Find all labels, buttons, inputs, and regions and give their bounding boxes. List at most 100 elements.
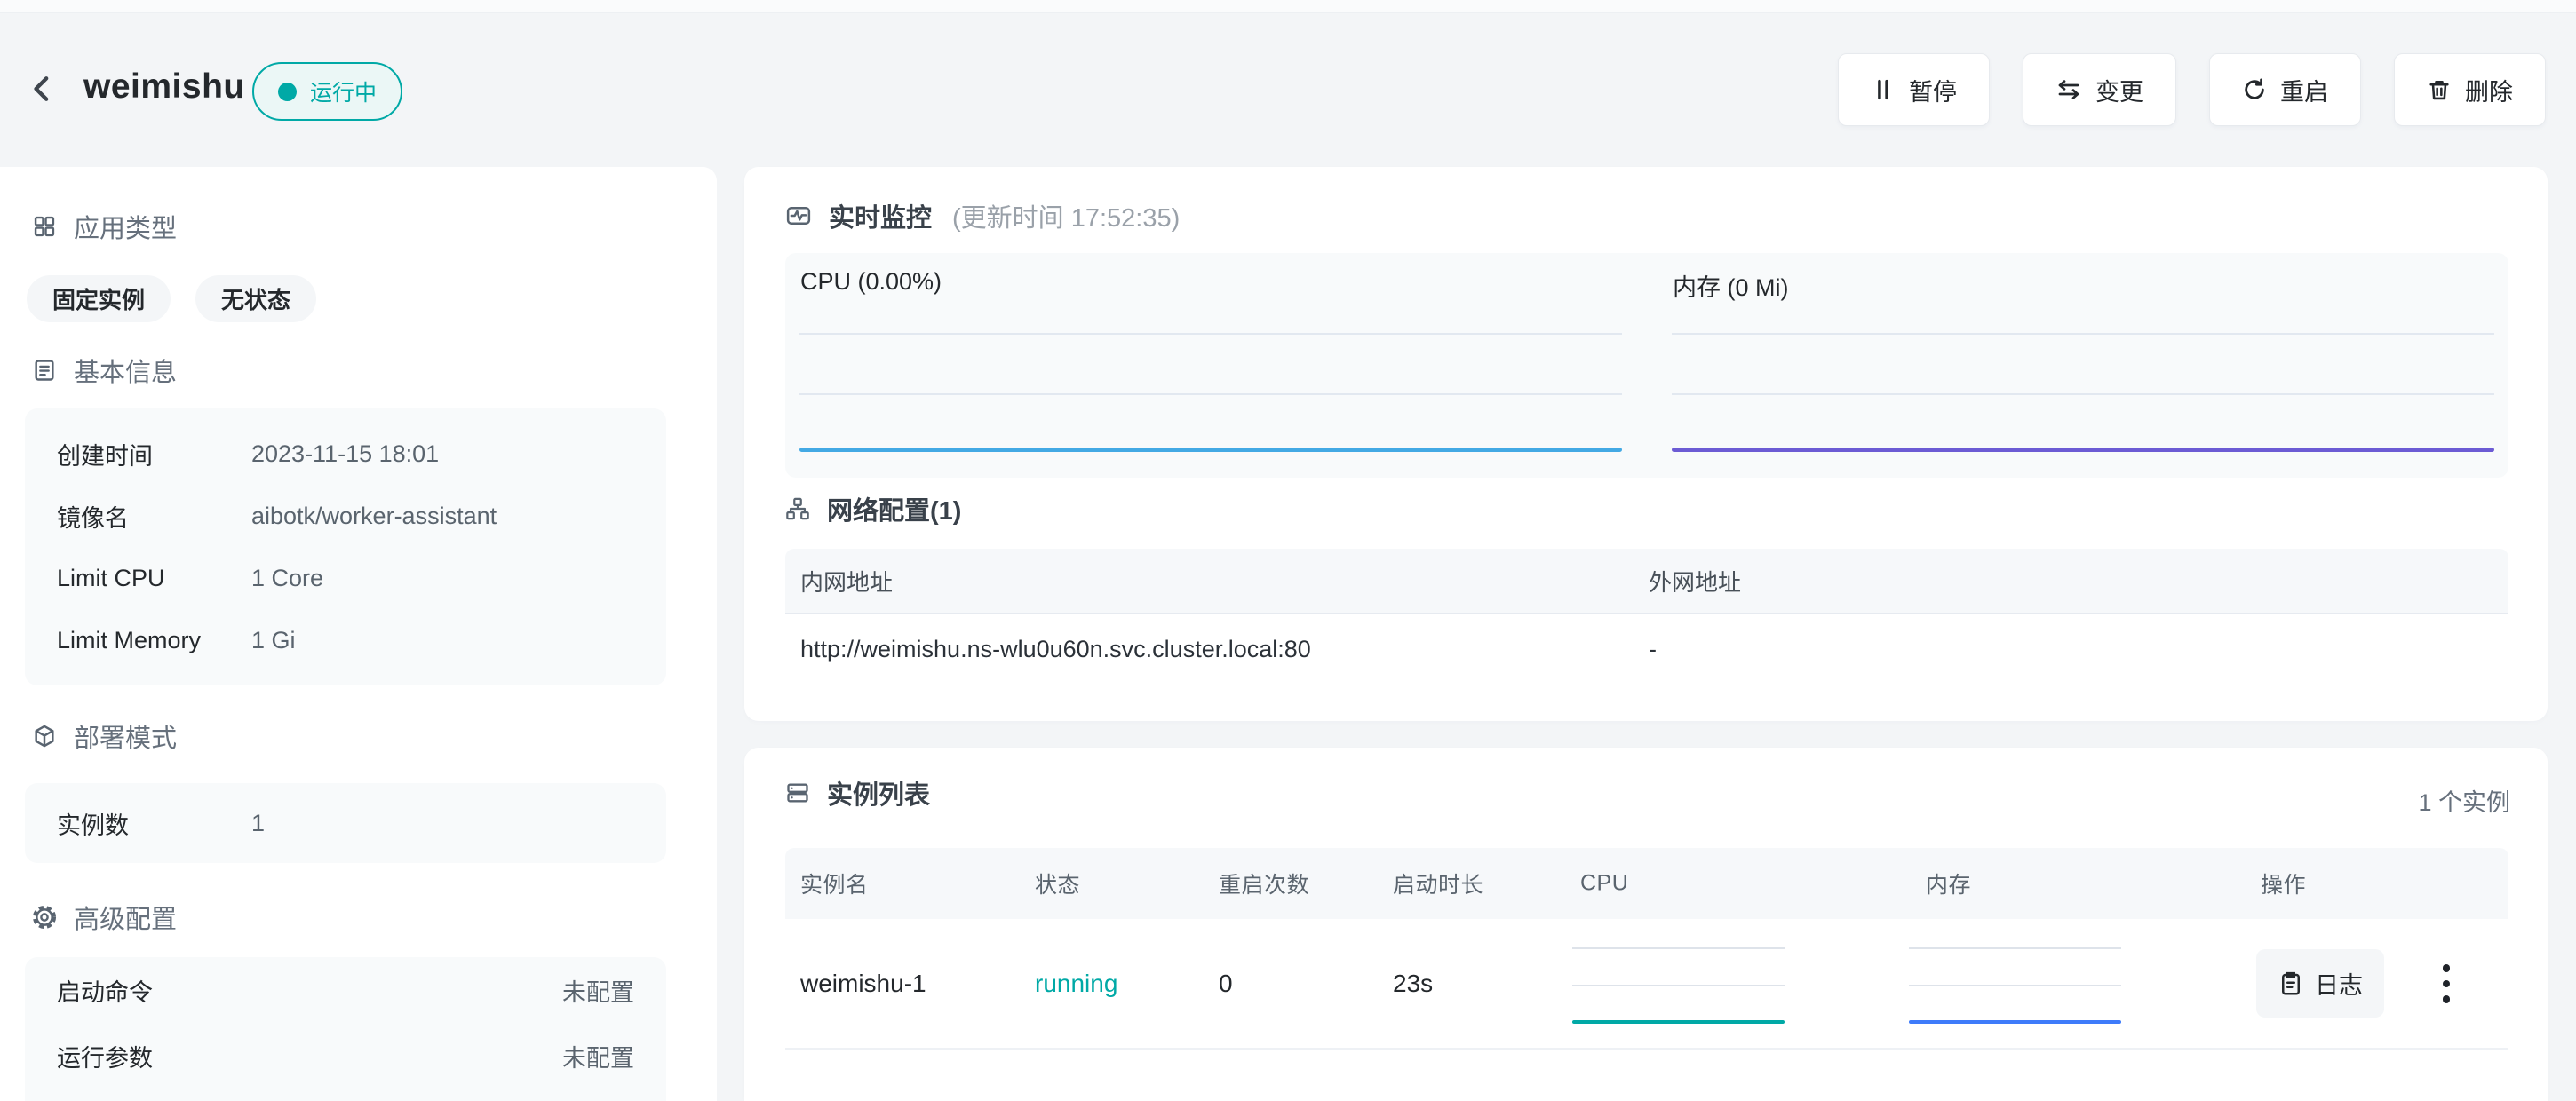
memory-line: [1672, 448, 2494, 452]
instance-table-row: weimishu-1 running 0 23s 日志: [785, 919, 2508, 1050]
info-row: 创建时间 2023-11-15 18:01: [25, 423, 666, 485]
instance-name: weimishu-1: [800, 970, 926, 998]
column-uptime: 启动时长: [1393, 867, 1483, 899]
gridline: [1572, 985, 1785, 986]
info-row: 启动命令 未配置: [25, 957, 666, 1023]
gridline: [1909, 947, 2121, 949]
column-restarts: 重启次数: [1219, 867, 1309, 899]
restart-button[interactable]: 重启: [2209, 53, 2361, 126]
advanced-config-card: 启动命令 未配置 运行参数 未配置: [25, 957, 666, 1101]
column-cpu: CPU: [1580, 871, 1628, 897]
info-label: 实例数: [57, 806, 251, 841]
instance-count: 1 个实例: [2418, 783, 2510, 818]
memory-sparkline: [1909, 1020, 2121, 1024]
info-row: 镜像名 aibotk/worker-assistant: [25, 485, 666, 547]
instance-restarts: 0: [1219, 970, 1233, 998]
info-value: 2023-11-15 18:01: [251, 440, 439, 468]
info-value: 1 Gi: [251, 627, 296, 654]
instance-cpu-sparkline: [1572, 919, 1785, 1048]
section-title: 实时监控: [829, 197, 932, 234]
instance-list-card: 实例列表 1 个实例 实例名 状态 重启次数 启动时长 CPU 内存 操作 we…: [744, 748, 2548, 1101]
back-button[interactable]: [18, 64, 68, 114]
log-button[interactable]: 日志: [2256, 949, 2384, 1018]
page-title: weimishu: [83, 60, 245, 114]
change-button[interactable]: 变更: [2023, 53, 2176, 126]
section-advanced-config: 高级配置: [32, 899, 177, 936]
info-row: 实例数 1: [25, 792, 666, 854]
column-operations: 操作: [2261, 867, 2306, 899]
status-dot-icon: [278, 83, 297, 101]
column-memory: 内存: [1926, 867, 1971, 899]
document-icon: [32, 358, 57, 383]
gridline: [1672, 333, 2494, 335]
info-row: Limit Memory 1 Gi: [25, 609, 666, 671]
column-external-address: 外网地址: [1649, 565, 2508, 598]
section-title: 实例列表: [827, 774, 930, 812]
section-title: 网络配置(1): [827, 490, 961, 527]
info-label: 创建时间: [57, 437, 251, 471]
back-chevron-icon: [25, 71, 60, 107]
server-stack-icon: [785, 780, 810, 805]
section-app-type: 应用类型: [32, 208, 177, 245]
external-address-value: -: [1649, 636, 2508, 663]
app-info-sidebar: 应用类型 固定实例 无状态 基本信息 创建时间 2023-11-15 18:01…: [0, 167, 717, 1101]
trash-icon: [2427, 77, 2452, 102]
section-basic-info: 基本信息: [32, 352, 177, 389]
instance-status: running: [1035, 970, 1117, 998]
section-network-config: 网络配置(1): [785, 490, 961, 527]
pause-button[interactable]: 暂停: [1838, 53, 1990, 126]
row-more-menu-button[interactable]: [2429, 953, 2464, 1015]
gridline: [799, 333, 1622, 335]
monitoring-network-card: 实时监控 (更新时间 17:52:35) CPU (0.00%) 内存 (0 M…: [744, 167, 2548, 721]
instance-uptime: 23s: [1393, 970, 1433, 998]
monitoring-updated-at: (更新时间 17:52:35): [952, 197, 1180, 234]
network-table-row: http://weimishu.ns-wlu0u60n.svc.cluster.…: [785, 614, 2508, 685]
info-label: Limit CPU: [57, 565, 251, 592]
memory-chart: 内存 (0 Mi): [1658, 253, 2508, 478]
restart-icon: [2242, 77, 2267, 102]
delete-button[interactable]: 删除: [2394, 53, 2546, 126]
info-value: aibotk/worker-assistant: [251, 503, 497, 530]
info-value: 1: [251, 810, 265, 837]
section-title: 部署模式: [74, 717, 177, 755]
instance-table-header: 实例名 状态 重启次数 启动时长 CPU 内存 操作: [785, 848, 2508, 919]
section-realtime-monitoring: 实时监控 (更新时间 17:52:35): [785, 197, 1180, 234]
section-title: 应用类型: [74, 208, 177, 245]
column-internal-address: 内网地址: [785, 565, 1649, 598]
gear-icon: [32, 905, 57, 930]
gridline: [1572, 947, 1785, 949]
info-value: 1 Core: [251, 565, 323, 592]
column-status: 状态: [1035, 867, 1080, 899]
section-title: 基本信息: [74, 352, 177, 389]
cube-icon: [32, 724, 57, 749]
gridline: [799, 393, 1622, 395]
section-instance-list: 实例列表: [785, 774, 930, 812]
grid-icon: [32, 214, 57, 239]
change-label: 变更: [2095, 73, 2143, 107]
kebab-dot: [2443, 995, 2451, 1003]
monitoring-charts: CPU (0.00%) 内存 (0 Mi): [785, 253, 2508, 478]
kebab-dot: [2443, 964, 2451, 972]
cpu-line: [799, 448, 1622, 452]
network-topology-icon: [785, 496, 810, 521]
gridline: [1672, 393, 2494, 395]
info-label: 运行参数: [57, 1039, 153, 1073]
kebab-dot: [2443, 980, 2451, 988]
deploy-mode-card: 实例数 1: [25, 783, 666, 863]
pause-icon: [1871, 77, 1896, 102]
info-label: Limit Memory: [57, 627, 251, 654]
app-type-tags: 固定实例 无状态: [27, 275, 316, 322]
app-type-tag: 无状态: [195, 275, 316, 322]
column-instance-name: 实例名: [800, 867, 869, 899]
section-deploy-mode: 部署模式: [32, 717, 177, 755]
app-detail-page: weimishu 运行中 暂停 变更 重启 删除: [0, 0, 2576, 1101]
delete-label: 删除: [2465, 73, 2513, 107]
log-button-label: 日志: [2315, 966, 2363, 1001]
internal-address-value: http://weimishu.ns-wlu0u60n.svc.cluster.…: [785, 636, 1649, 663]
info-value: 未配置: [562, 973, 634, 1008]
pause-label: 暂停: [1909, 73, 1957, 107]
network-table-header: 内网地址 外网地址: [785, 549, 2508, 614]
swap-arrows-icon: [2055, 76, 2082, 103]
pulse-monitor-icon: [785, 202, 812, 229]
info-label: 镜像名: [57, 499, 251, 534]
